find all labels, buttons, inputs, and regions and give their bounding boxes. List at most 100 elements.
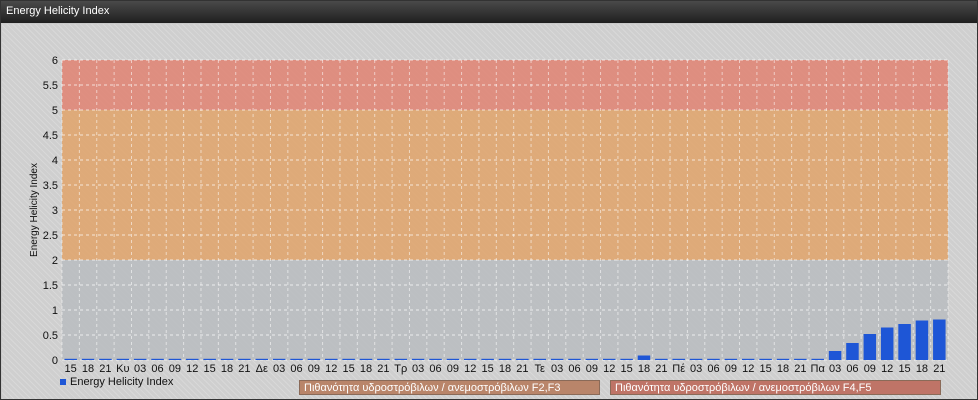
bar [637,355,651,360]
y-tick-label: 1.5 [43,280,58,292]
y-tick-label: 2 [52,255,58,267]
bar [672,358,685,360]
bar [533,358,546,360]
y-tick-label: 5 [52,105,58,117]
bar [516,358,529,360]
bar [307,358,321,360]
y-axis-label: Energy Helicity Index [29,163,40,257]
x-tick-label: Κυ [116,363,129,375]
x-tick-label: Πα [811,363,826,375]
bar [133,358,147,360]
legend-swatch [60,379,66,385]
y-tick-label: 4.5 [43,130,58,142]
x-tick-label: 09 [725,363,737,375]
x-tick-label: 15 [898,363,910,375]
x-tick-label: 21 [794,363,806,375]
bar [828,351,842,360]
bar [759,358,772,360]
x-tick-label: 21 [516,363,528,375]
y-tick-label: 2.5 [43,230,58,242]
x-tick-label: 21 [655,363,667,375]
x-tick-label: 06 [290,363,302,375]
bar [741,358,755,360]
x-axis: 15 18 21 Κυ 03 06 09 12 15 18 21 Δε 03 06 09 12 15 18 21 Τρ… [65,363,946,375]
band-label-f2f3: Πιθανότητα υδροστρόβιλων / ανεμοστρόβιλω… [299,380,600,395]
bar [776,358,790,360]
bar [168,358,182,360]
x-tick-label: 12 [881,363,893,375]
x-tick-label: 12 [325,363,337,375]
x-tick-label: 21 [933,363,945,375]
bar [81,358,95,360]
y-tick-label: 5.5 [43,80,58,92]
x-tick-label: 15 [620,363,632,375]
bar [933,319,946,360]
bar [186,358,199,360]
x-tick-label: 15 [759,363,771,375]
x-tick-label: 18 [638,363,650,375]
x-tick-label: Δε [256,363,268,375]
x-tick-label: 18 [360,363,372,375]
bar [846,343,859,360]
bar [429,358,442,360]
x-tick-label: 06 [151,363,163,375]
bar [203,358,216,360]
x-tick-label: 21 [238,363,250,375]
bar [464,358,477,360]
x-tick-label: 15 [204,363,216,375]
x-tick-label: 03 [829,363,841,375]
x-tick-label: 21 [377,363,389,375]
bar [220,358,234,360]
bar [255,358,269,360]
y-tick-label: 3.5 [43,180,58,192]
x-tick-label: 12 [464,363,476,375]
x-tick-label: 15 [343,363,355,375]
y-tick-label: 0 [52,355,58,367]
x-tick-label: 18 [221,363,233,375]
x-tick-label: Τε [535,363,546,375]
bar [724,358,738,360]
x-tick-label: 03 [690,363,702,375]
x-tick-label: 09 [308,363,320,375]
x-tick-label: 09 [586,363,598,375]
x-tick-label: 06 [568,363,580,375]
x-tick-label: 12 [186,363,198,375]
band-label-f4f5: Πιθανότητα υδροστρόβιλων / ανεμοστρόβιλω… [610,380,941,395]
x-tick-label: 18 [82,363,94,375]
x-tick-label: 12 [603,363,615,375]
x-tick-label: Πέ [672,363,685,375]
x-tick-label: 15 [482,363,494,375]
x-tick-label: 09 [864,363,876,375]
y-tick-label: 4 [52,155,58,167]
bar [898,324,911,360]
y-tick-label: 1 [52,305,58,317]
bar [794,358,807,360]
bar [151,358,164,360]
y-tick-label: 6 [52,55,58,67]
bar [915,320,929,360]
ehi-chart: 0 0.5 1 1.5 2 2.5 3 3.5 4 4.5 5 5.5 6 15 18 21 Κυ 03 06 09… [29,55,949,388]
y-tick-label: 3 [52,205,58,217]
x-tick-label: 03 [273,363,285,375]
x-tick-label: 09 [169,363,181,375]
x-tick-label: 15 [65,363,77,375]
bar [359,358,373,360]
x-tick-label: 06 [846,363,858,375]
x-tick-label: 21 [99,363,111,375]
x-tick-label: 03 [412,363,424,375]
bar [64,358,77,360]
x-tick-label: 06 [429,363,441,375]
bar [620,358,633,360]
bar [550,358,564,360]
bar [602,358,616,360]
bar [99,358,112,360]
bar [811,358,824,360]
bar [689,358,703,360]
y-axis: 0 0.5 1 1.5 2 2.5 3 3.5 4 4.5 5 5.5 6 [43,55,58,367]
bar [707,358,720,360]
legend: Energy Helicity Index [60,376,174,388]
x-tick-label: 18 [777,363,789,375]
bar [116,358,130,360]
x-tick-label: 18 [499,363,511,375]
bar [394,358,408,360]
